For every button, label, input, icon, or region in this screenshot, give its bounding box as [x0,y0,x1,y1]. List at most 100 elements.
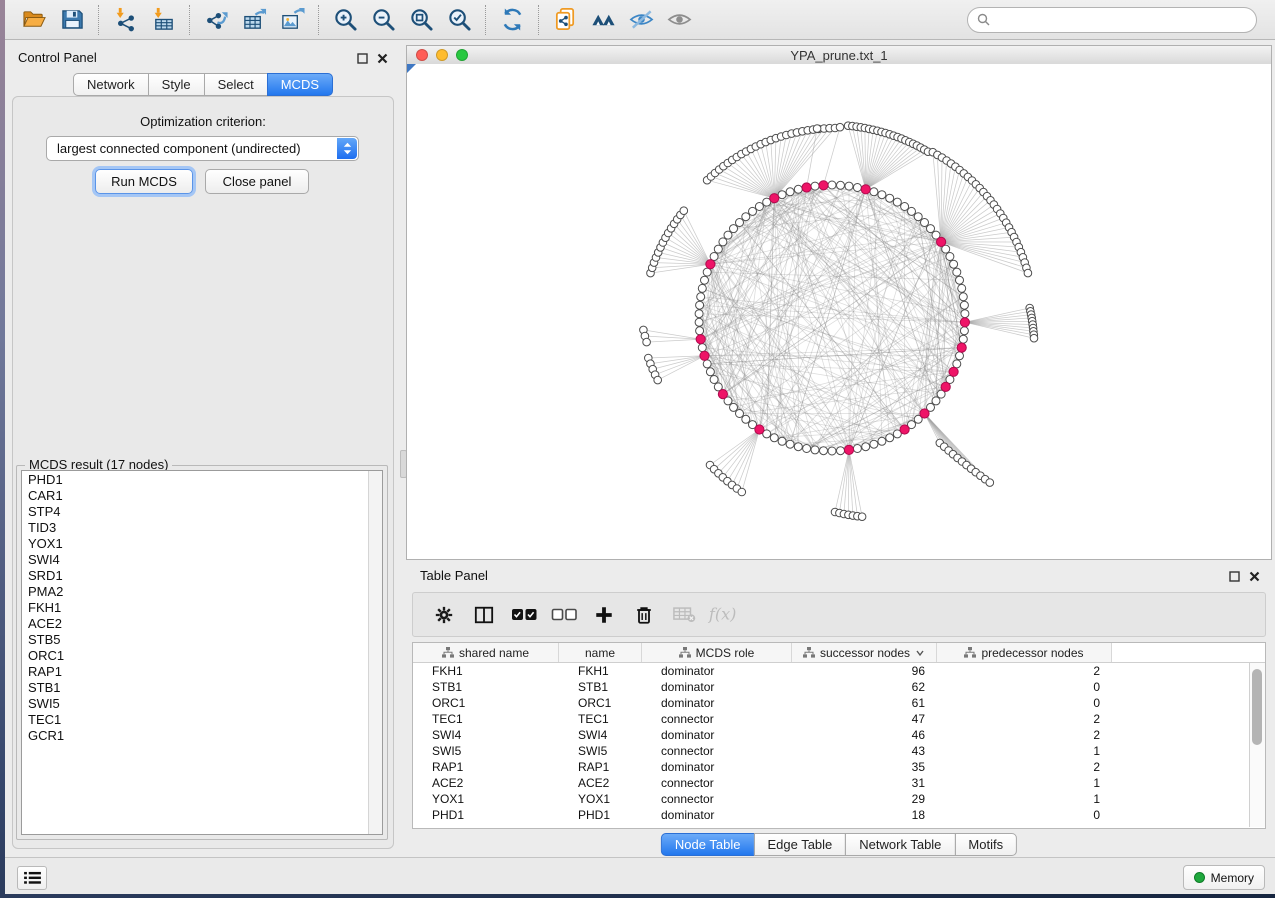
float-table-panel-button[interactable] [1226,568,1242,584]
deselect-all-button[interactable] [547,598,581,632]
delete-row-button[interactable] [627,598,661,632]
import-table-button[interactable] [144,3,182,37]
zoom-out-button[interactable] [364,3,402,37]
network-window-titlebar[interactable]: YPA_prune.txt_1 [407,46,1271,65]
columns-button[interactable] [467,598,501,632]
save-button[interactable] [53,3,91,37]
optimization-criterion-select[interactable]: largest connected component (undirected) [46,136,359,161]
show-all-button[interactable] [660,3,698,37]
table-row[interactable]: FKH1FKH1dominator962 [413,663,1265,679]
list-item[interactable]: RAP1 [22,664,368,680]
tab-network-table[interactable]: Network Table [845,833,955,856]
column-header-successor-nodes[interactable]: successor nodes [792,643,937,662]
tab-motifs[interactable]: Motifs [954,833,1017,856]
search-input[interactable] [996,11,1247,28]
zoom-selected-button[interactable] [440,3,478,37]
table-panel-title: Table Panel [420,568,488,583]
float-panel-button[interactable] [354,50,370,66]
task-history-button[interactable] [17,866,47,890]
table-panel-header: Table Panel [406,563,1272,589]
hide-selected-button[interactable] [622,3,660,37]
open-folder-icon [22,7,47,32]
table-row[interactable]: SWI4SWI4dominator462 [413,727,1265,743]
tab-style[interactable]: Style [148,73,205,96]
list-item[interactable]: CAR1 [22,488,368,504]
export-network-button[interactable] [197,3,235,37]
list-item[interactable]: PMA2 [22,584,368,600]
toolbar-separator [538,5,539,35]
network-column-icon [964,647,976,658]
add-row-button[interactable] [587,598,621,632]
table-row[interactable]: TEC1TEC1connector472 [413,711,1265,727]
close-panel-button[interactable] [374,50,390,66]
tab-edge-table[interactable]: Edge Table [753,833,846,856]
open-folder-button[interactable] [15,3,53,37]
table-scrollbar-thumb[interactable] [1252,669,1262,745]
memory-button[interactable]: Memory [1183,865,1265,890]
table-row[interactable]: YOX1YOX1connector291 [413,791,1265,807]
import-table-icon [151,7,176,32]
tab-mcds[interactable]: MCDS [267,73,333,96]
select-all-button[interactable] [507,598,541,632]
table-row[interactable]: ACE2ACE2connector311 [413,775,1265,791]
list-item[interactable]: TEC1 [22,712,368,728]
column-header-mcds-role[interactable]: MCDS role [642,643,792,662]
table-row[interactable]: ORC1ORC1dominator610 [413,695,1265,711]
zoom-fit-button[interactable] [402,3,440,37]
close-table-panel-button[interactable] [1246,568,1262,584]
close-panel-button-2[interactable]: Close panel [205,169,309,194]
search-box[interactable] [967,7,1257,33]
cell-mcds-role: dominator [642,760,792,774]
list-item[interactable]: STP4 [22,504,368,520]
table-row[interactable]: RAP1RAP1dominator352 [413,759,1265,775]
table-row[interactable]: SWI5SWI5connector431 [413,743,1265,759]
mcds-result-group: MCDS result (17 nodes) PHD1CAR1STP4TID3Y… [16,465,388,840]
network-window-title: YPA_prune.txt_1 [407,48,1271,63]
tab-select[interactable]: Select [204,73,268,96]
table-scrollbar[interactable] [1249,663,1265,827]
zoom-fit-icon [409,7,434,32]
control-panel: Control Panel NetworkStyleSelectMCDS Opt… [8,45,398,853]
run-mcds-button[interactable]: Run MCDS [95,169,193,194]
list-item[interactable]: STB1 [22,680,368,696]
binoculars-button[interactable] [584,3,622,37]
vertical-splitter[interactable] [399,45,406,853]
column-header-name[interactable]: name [559,643,642,662]
column-header-predecessor-nodes[interactable]: predecessor nodes [937,643,1112,662]
main-toolbar [5,0,1275,40]
list-item[interactable]: FKH1 [22,600,368,616]
list-item[interactable]: TID3 [22,520,368,536]
cell-mcds-role: connector [642,776,792,790]
mcds-list-scrollbar[interactable] [368,471,382,834]
delete-table-icon [673,606,696,623]
cell-name: SWI5 [559,744,642,758]
list-item[interactable]: YOX1 [22,536,368,552]
settings-gear-button[interactable] [427,598,461,632]
tab-network[interactable]: Network [73,73,149,96]
import-network-button[interactable] [106,3,144,37]
tab-node-table[interactable]: Node Table [661,833,755,856]
export-table-button[interactable] [235,3,273,37]
export-image-button[interactable] [273,3,311,37]
list-item[interactable]: SRD1 [22,568,368,584]
cell-successor-nodes: 47 [792,712,937,726]
table-row[interactable]: STB1STB1dominator620 [413,679,1265,695]
delete-table-button [667,598,701,632]
node-table: shared namenameMCDS rolesuccessor nodesp… [412,642,1266,829]
list-item[interactable]: SWI5 [22,696,368,712]
settings-gear-icon [434,605,454,625]
zoom-in-button[interactable] [326,3,364,37]
list-item[interactable]: PHD1 [22,472,368,488]
list-item[interactable]: SWI4 [22,552,368,568]
select-all-icon [511,607,538,622]
list-item[interactable]: GCR1 [22,728,368,744]
list-item[interactable]: ORC1 [22,648,368,664]
table-row[interactable]: PHD1PHD1dominator180 [413,807,1265,823]
list-item[interactable]: ACE2 [22,616,368,632]
cell-name: ORC1 [559,696,642,710]
refresh-button[interactable] [493,3,531,37]
list-item[interactable]: STB5 [22,632,368,648]
share-style-button[interactable] [546,3,584,37]
column-header-shared-name[interactable]: shared name [413,643,559,662]
network-canvas[interactable] [407,64,1271,559]
